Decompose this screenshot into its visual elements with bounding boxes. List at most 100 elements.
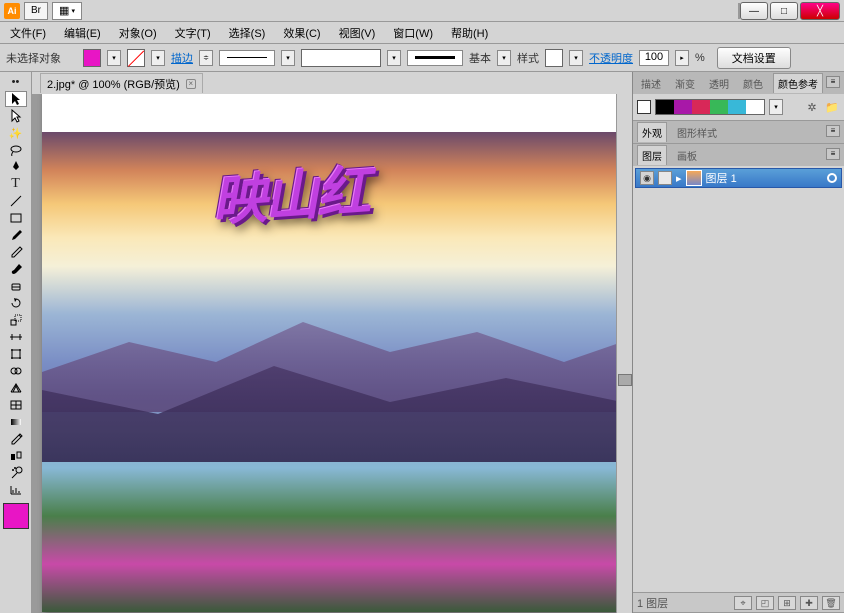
- tab-color-guide[interactable]: 颜色参考: [773, 73, 823, 93]
- make-clipping-mask-icon[interactable]: ◰: [756, 596, 774, 610]
- layout-dropdown[interactable]: ▦▾: [52, 2, 82, 20]
- tab-gradient[interactable]: 渐变: [671, 74, 699, 93]
- brush-dropdown[interactable]: ▾: [497, 50, 511, 66]
- blend-tool[interactable]: [5, 448, 27, 464]
- visibility-toggle-icon[interactable]: ◉: [640, 171, 654, 185]
- perspective-grid-tool[interactable]: [5, 380, 27, 396]
- stroke-swatch[interactable]: [127, 49, 145, 67]
- brush-field[interactable]: [407, 50, 463, 66]
- canvas-viewport[interactable]: 映山红: [32, 94, 632, 613]
- selection-tool[interactable]: [5, 91, 27, 107]
- opacity-link[interactable]: 不透明度: [589, 50, 633, 66]
- pencil-tool[interactable]: [5, 244, 27, 260]
- edit-colors-icon[interactable]: ✲: [804, 99, 820, 115]
- style-swatch[interactable]: [545, 49, 563, 67]
- menu-text[interactable]: 文字(T): [171, 23, 215, 43]
- symbol-sprayer-tool[interactable]: [5, 465, 27, 481]
- gradient-tool[interactable]: [5, 414, 27, 430]
- rectangle-tool[interactable]: [5, 210, 27, 226]
- tab-graphic-styles[interactable]: 图形样式: [673, 123, 721, 142]
- scrollbar-thumb[interactable]: [618, 374, 632, 386]
- mesh-tool[interactable]: [5, 397, 27, 413]
- pen-tool[interactable]: [5, 159, 27, 175]
- opacity-field[interactable]: 100: [639, 50, 669, 66]
- panel-menu-icon[interactable]: ≡: [826, 125, 840, 137]
- fill-stroke-indicator[interactable]: [3, 503, 29, 529]
- opacity-slider-icon[interactable]: ▸: [675, 50, 689, 66]
- document-setup-button[interactable]: 文档设置: [717, 47, 791, 69]
- layer-name[interactable]: 图层 1: [706, 170, 737, 186]
- stroke-profile-dropdown[interactable]: ▾: [387, 50, 401, 66]
- disclosure-triangle-icon[interactable]: ▸: [676, 172, 682, 185]
- maximize-button[interactable]: □: [770, 2, 798, 20]
- layer-thumbnail: [686, 170, 702, 186]
- line-tool[interactable]: [5, 193, 27, 209]
- percent-label: %: [695, 52, 705, 64]
- stroke-weight-dropdown[interactable]: ▾: [281, 50, 295, 66]
- base-color-swatch[interactable]: [637, 100, 651, 114]
- tab-appearance[interactable]: 外观: [637, 122, 667, 142]
- menu-edit[interactable]: 编辑(E): [60, 23, 105, 43]
- menu-effect[interactable]: 效果(C): [279, 23, 324, 43]
- eyedropper-tool[interactable]: [5, 431, 27, 447]
- magic-wand-tool[interactable]: ✨: [5, 125, 27, 141]
- tab-layers[interactable]: 图层: [637, 145, 667, 165]
- document-tab[interactable]: 2.jpg* @ 100% (RGB/预览) ×: [40, 73, 203, 93]
- document-tab-close[interactable]: ×: [186, 79, 196, 89]
- menu-bar: 文件(F) 编辑(E) 对象(O) 文字(T) 选择(S) 效果(C) 视图(V…: [0, 22, 844, 44]
- graph-tool[interactable]: [5, 482, 27, 498]
- new-sublayer-icon[interactable]: ⊞: [778, 596, 796, 610]
- layers-panel-group: 图层 画板 ≡ ◉ ▸ 图层 1 1 图层 ⌖ ◰ ⊞ ✚: [633, 144, 844, 613]
- menu-object[interactable]: 对象(O): [115, 23, 161, 43]
- menu-file[interactable]: 文件(F): [6, 23, 50, 43]
- free-transform-tool[interactable]: [5, 346, 27, 362]
- fill-dropdown[interactable]: ▾: [107, 50, 121, 66]
- tab-artboards[interactable]: 画板: [673, 146, 701, 165]
- vertical-scrollbar[interactable]: [616, 94, 632, 613]
- width-tool[interactable]: [5, 329, 27, 345]
- lasso-tool[interactable]: [5, 142, 27, 158]
- stroke-weight-field[interactable]: [219, 50, 275, 66]
- save-group-icon[interactable]: 📁: [824, 99, 840, 115]
- menu-view[interactable]: 视图(V): [335, 23, 380, 43]
- lock-toggle[interactable]: [658, 171, 672, 185]
- main-area: •• ✨ T 2.jpg* @ 100% (RGB/预览) ×: [0, 72, 844, 613]
- scale-tool[interactable]: [5, 312, 27, 328]
- color-panel-group: 描述 渐变 透明 颜色 颜色参考 ≡ ▾ ✲ 📁: [633, 72, 844, 121]
- menu-help[interactable]: 帮助(H): [447, 23, 492, 43]
- stroke-profile-field[interactable]: [301, 49, 381, 67]
- panel-menu-icon[interactable]: ≡: [826, 76, 840, 88]
- fill-swatch[interactable]: [83, 49, 101, 67]
- minimize-button[interactable]: —: [740, 2, 768, 20]
- stroke-link[interactable]: 描边: [171, 50, 193, 66]
- eraser-tool[interactable]: [5, 278, 27, 294]
- shape-builder-tool[interactable]: [5, 363, 27, 379]
- stroke-dropdown[interactable]: ▾: [151, 50, 165, 66]
- menu-select[interactable]: 选择(S): [225, 23, 270, 43]
- artwork-3d-text[interactable]: 映山红: [209, 147, 370, 237]
- rotate-tool[interactable]: [5, 295, 27, 311]
- direct-selection-tool[interactable]: [5, 108, 27, 124]
- close-button[interactable]: ╳: [800, 2, 840, 20]
- paintbrush-tool[interactable]: [5, 227, 27, 243]
- menu-window[interactable]: 窗口(W): [389, 23, 437, 43]
- harmony-swatches[interactable]: [655, 99, 765, 115]
- style-dropdown[interactable]: ▾: [569, 50, 583, 66]
- color-guide-body: ▾ ✲ 📁: [633, 94, 844, 120]
- tab-transparency[interactable]: 透明: [705, 74, 733, 93]
- delete-layer-icon[interactable]: 🗑: [822, 596, 840, 610]
- harmony-dropdown[interactable]: ▾: [769, 99, 783, 115]
- layer-row[interactable]: ◉ ▸ 图层 1: [635, 168, 842, 188]
- document-tabs: 2.jpg* @ 100% (RGB/预览) ×: [32, 72, 632, 94]
- bridge-button[interactable]: Br: [24, 2, 48, 20]
- blob-brush-tool[interactable]: [5, 261, 27, 277]
- locate-object-icon[interactable]: ⌖: [734, 596, 752, 610]
- tab-stroke[interactable]: 描述: [637, 74, 665, 93]
- new-layer-icon[interactable]: ✚: [800, 596, 818, 610]
- tab-color[interactable]: 颜色: [739, 74, 767, 93]
- panel-menu-icon[interactable]: ≡: [826, 148, 840, 160]
- tools-dock-icon[interactable]: ••: [5, 74, 27, 90]
- target-icon[interactable]: [827, 173, 837, 183]
- type-tool[interactable]: T: [5, 176, 27, 192]
- stroke-weight-stepper[interactable]: ≑: [199, 50, 213, 66]
